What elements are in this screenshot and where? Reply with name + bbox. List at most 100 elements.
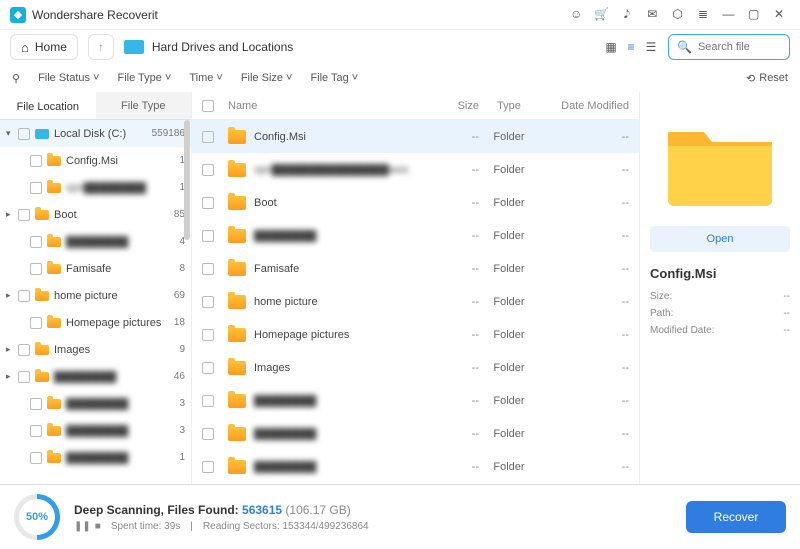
row-checkbox[interactable] — [202, 395, 214, 407]
list-row[interactable]: ████████--Folder-- — [192, 450, 639, 483]
tab-file-type[interactable]: File Type — [96, 92, 192, 119]
search-input[interactable] — [698, 41, 778, 53]
tree-row[interactable]: ▸Images9 — [0, 336, 191, 363]
breadcrumb[interactable]: Hard Drives and Locations — [124, 40, 293, 54]
account-icon[interactable]: ☺ — [565, 3, 587, 25]
maximize-icon[interactable]: ▢ — [743, 3, 765, 25]
mail-icon[interactable]: ✉ — [641, 3, 663, 25]
checkbox[interactable] — [30, 263, 42, 275]
checkbox[interactable] — [30, 398, 42, 410]
headset-icon[interactable]: 𝅘𝅥𝅮 — [616, 4, 638, 26]
list-row[interactable]: home picture--Folder-- — [192, 285, 639, 318]
expand-icon[interactable]: ▾ — [6, 128, 16, 139]
list-icon[interactable]: ≣ — [692, 3, 714, 25]
view-compact-icon[interactable]: ☰ — [644, 40, 658, 54]
tree-row[interactable]: vpn████████1 — [0, 174, 191, 201]
row-checkbox[interactable] — [202, 263, 214, 275]
list-row[interactable]: Homepage pictures--Folder-- — [192, 318, 639, 351]
tree-row[interactable]: ▾Local Disk (C:)559186 — [0, 120, 191, 147]
checkbox[interactable] — [18, 371, 30, 383]
list-row[interactable]: ████████--Folder-- — [192, 384, 639, 417]
tree-row[interactable]: ████████4 — [0, 228, 191, 255]
list-row[interactable]: Config.Msi--Folder-- — [192, 120, 639, 153]
row-checkbox[interactable] — [202, 164, 214, 176]
row-checkbox[interactable] — [202, 461, 214, 473]
filter-status[interactable]: File Status ˅ — [38, 72, 99, 84]
expand-icon[interactable]: ▸ — [6, 371, 16, 382]
row-checkbox[interactable] — [202, 362, 214, 374]
close-icon[interactable]: ✕ — [768, 3, 790, 25]
tree-row[interactable]: ████████3 — [0, 417, 191, 444]
checkbox[interactable] — [30, 155, 42, 167]
filter-type[interactable]: File Type ˅ — [117, 72, 171, 84]
tree-row[interactable]: ▸Boot85 — [0, 201, 191, 228]
row-checkbox[interactable] — [202, 131, 214, 143]
checkbox[interactable] — [30, 452, 42, 464]
row-checkbox[interactable] — [202, 428, 214, 440]
row-size: -- — [429, 164, 479, 176]
filter-size[interactable]: File Size ˅ — [241, 72, 293, 84]
cube-icon[interactable]: ⬡ — [667, 3, 689, 25]
tree-row[interactable]: ████████1 — [0, 444, 191, 471]
filter-icon[interactable]: ⚲ — [12, 72, 20, 85]
filter-bar: ⚲ File Status ˅ File Type ˅ Time ˅ File … — [0, 64, 800, 92]
list-row[interactable]: Famisafe--Folder-- — [192, 252, 639, 285]
list-row[interactable]: vpn███████████████wos--Folder-- — [192, 153, 639, 186]
meta-val: -- — [783, 308, 790, 319]
row-checkbox[interactable] — [202, 230, 214, 242]
tree-row[interactable]: ▸████████46 — [0, 363, 191, 390]
stop-icon[interactable]: ■ — [95, 521, 101, 532]
minimize-icon[interactable]: — — [717, 3, 739, 25]
checkbox[interactable] — [18, 128, 30, 140]
expand-icon[interactable]: ▸ — [6, 290, 16, 301]
search-box[interactable]: 🔍 — [668, 34, 790, 60]
home-button[interactable]: ⌂ Home — [10, 34, 78, 60]
pause-icon[interactable]: ❚❚ — [74, 521, 91, 532]
tree-row[interactable]: ▸home picture69 — [0, 282, 191, 309]
tab-file-location[interactable]: File Location — [0, 92, 96, 119]
row-date: -- — [539, 197, 629, 209]
row-checkbox[interactable] — [202, 197, 214, 209]
list-row[interactable]: ████████--Folder-- — [192, 219, 639, 252]
checkbox[interactable] — [30, 317, 42, 329]
col-date[interactable]: Date Modified — [539, 100, 629, 112]
view-list-icon[interactable]: ≡ — [624, 40, 638, 54]
open-button[interactable]: Open — [650, 226, 790, 252]
col-type[interactable]: Type — [479, 100, 539, 112]
expand-icon[interactable]: ▸ — [6, 209, 16, 220]
footer: 50% Deep Scanning, Files Found: 563615 (… — [0, 484, 800, 549]
cart-icon[interactable]: 🛒 — [591, 3, 613, 25]
checkbox[interactable] — [18, 209, 30, 221]
tree-row[interactable]: Config.Msi1 — [0, 147, 191, 174]
list-row[interactable]: ████████--Folder-- — [192, 417, 639, 450]
col-size[interactable]: Size — [429, 100, 479, 112]
filter-time[interactable]: Time ˅ — [189, 72, 222, 84]
checkbox[interactable] — [30, 425, 42, 437]
view-grid-icon[interactable]: ▦ — [604, 40, 618, 54]
home-label: Home — [35, 40, 67, 54]
checkbox[interactable] — [18, 290, 30, 302]
tree-row[interactable]: Homepage pictures18 — [0, 309, 191, 336]
row-checkbox[interactable] — [202, 329, 214, 341]
list-row[interactable]: Boot--Folder-- — [192, 186, 639, 219]
row-type: Folder — [479, 131, 539, 143]
reset-button[interactable]: ⟲Reset — [746, 72, 788, 85]
tree-label: ████████ — [66, 452, 175, 464]
col-name[interactable]: Name — [228, 100, 429, 112]
up-button[interactable]: ↑ — [88, 34, 114, 60]
row-checkbox[interactable] — [202, 296, 214, 308]
tree-row[interactable]: Famisafe8 — [0, 255, 191, 282]
row-date: -- — [539, 395, 629, 407]
tree-row[interactable]: ████████3 — [0, 390, 191, 417]
recover-button[interactable]: Recover — [686, 501, 786, 533]
scrollbar-thumb[interactable] — [184, 120, 190, 240]
scrollbar[interactable] — [184, 120, 190, 484]
expand-icon[interactable]: ▸ — [6, 344, 16, 355]
filter-tag[interactable]: File Tag ˅ — [310, 72, 358, 84]
checkbox[interactable] — [30, 182, 42, 194]
folder-icon — [47, 425, 61, 437]
checkbox[interactable] — [30, 236, 42, 248]
select-all-checkbox[interactable] — [202, 100, 214, 112]
list-row[interactable]: Images--Folder-- — [192, 351, 639, 384]
checkbox[interactable] — [18, 344, 30, 356]
